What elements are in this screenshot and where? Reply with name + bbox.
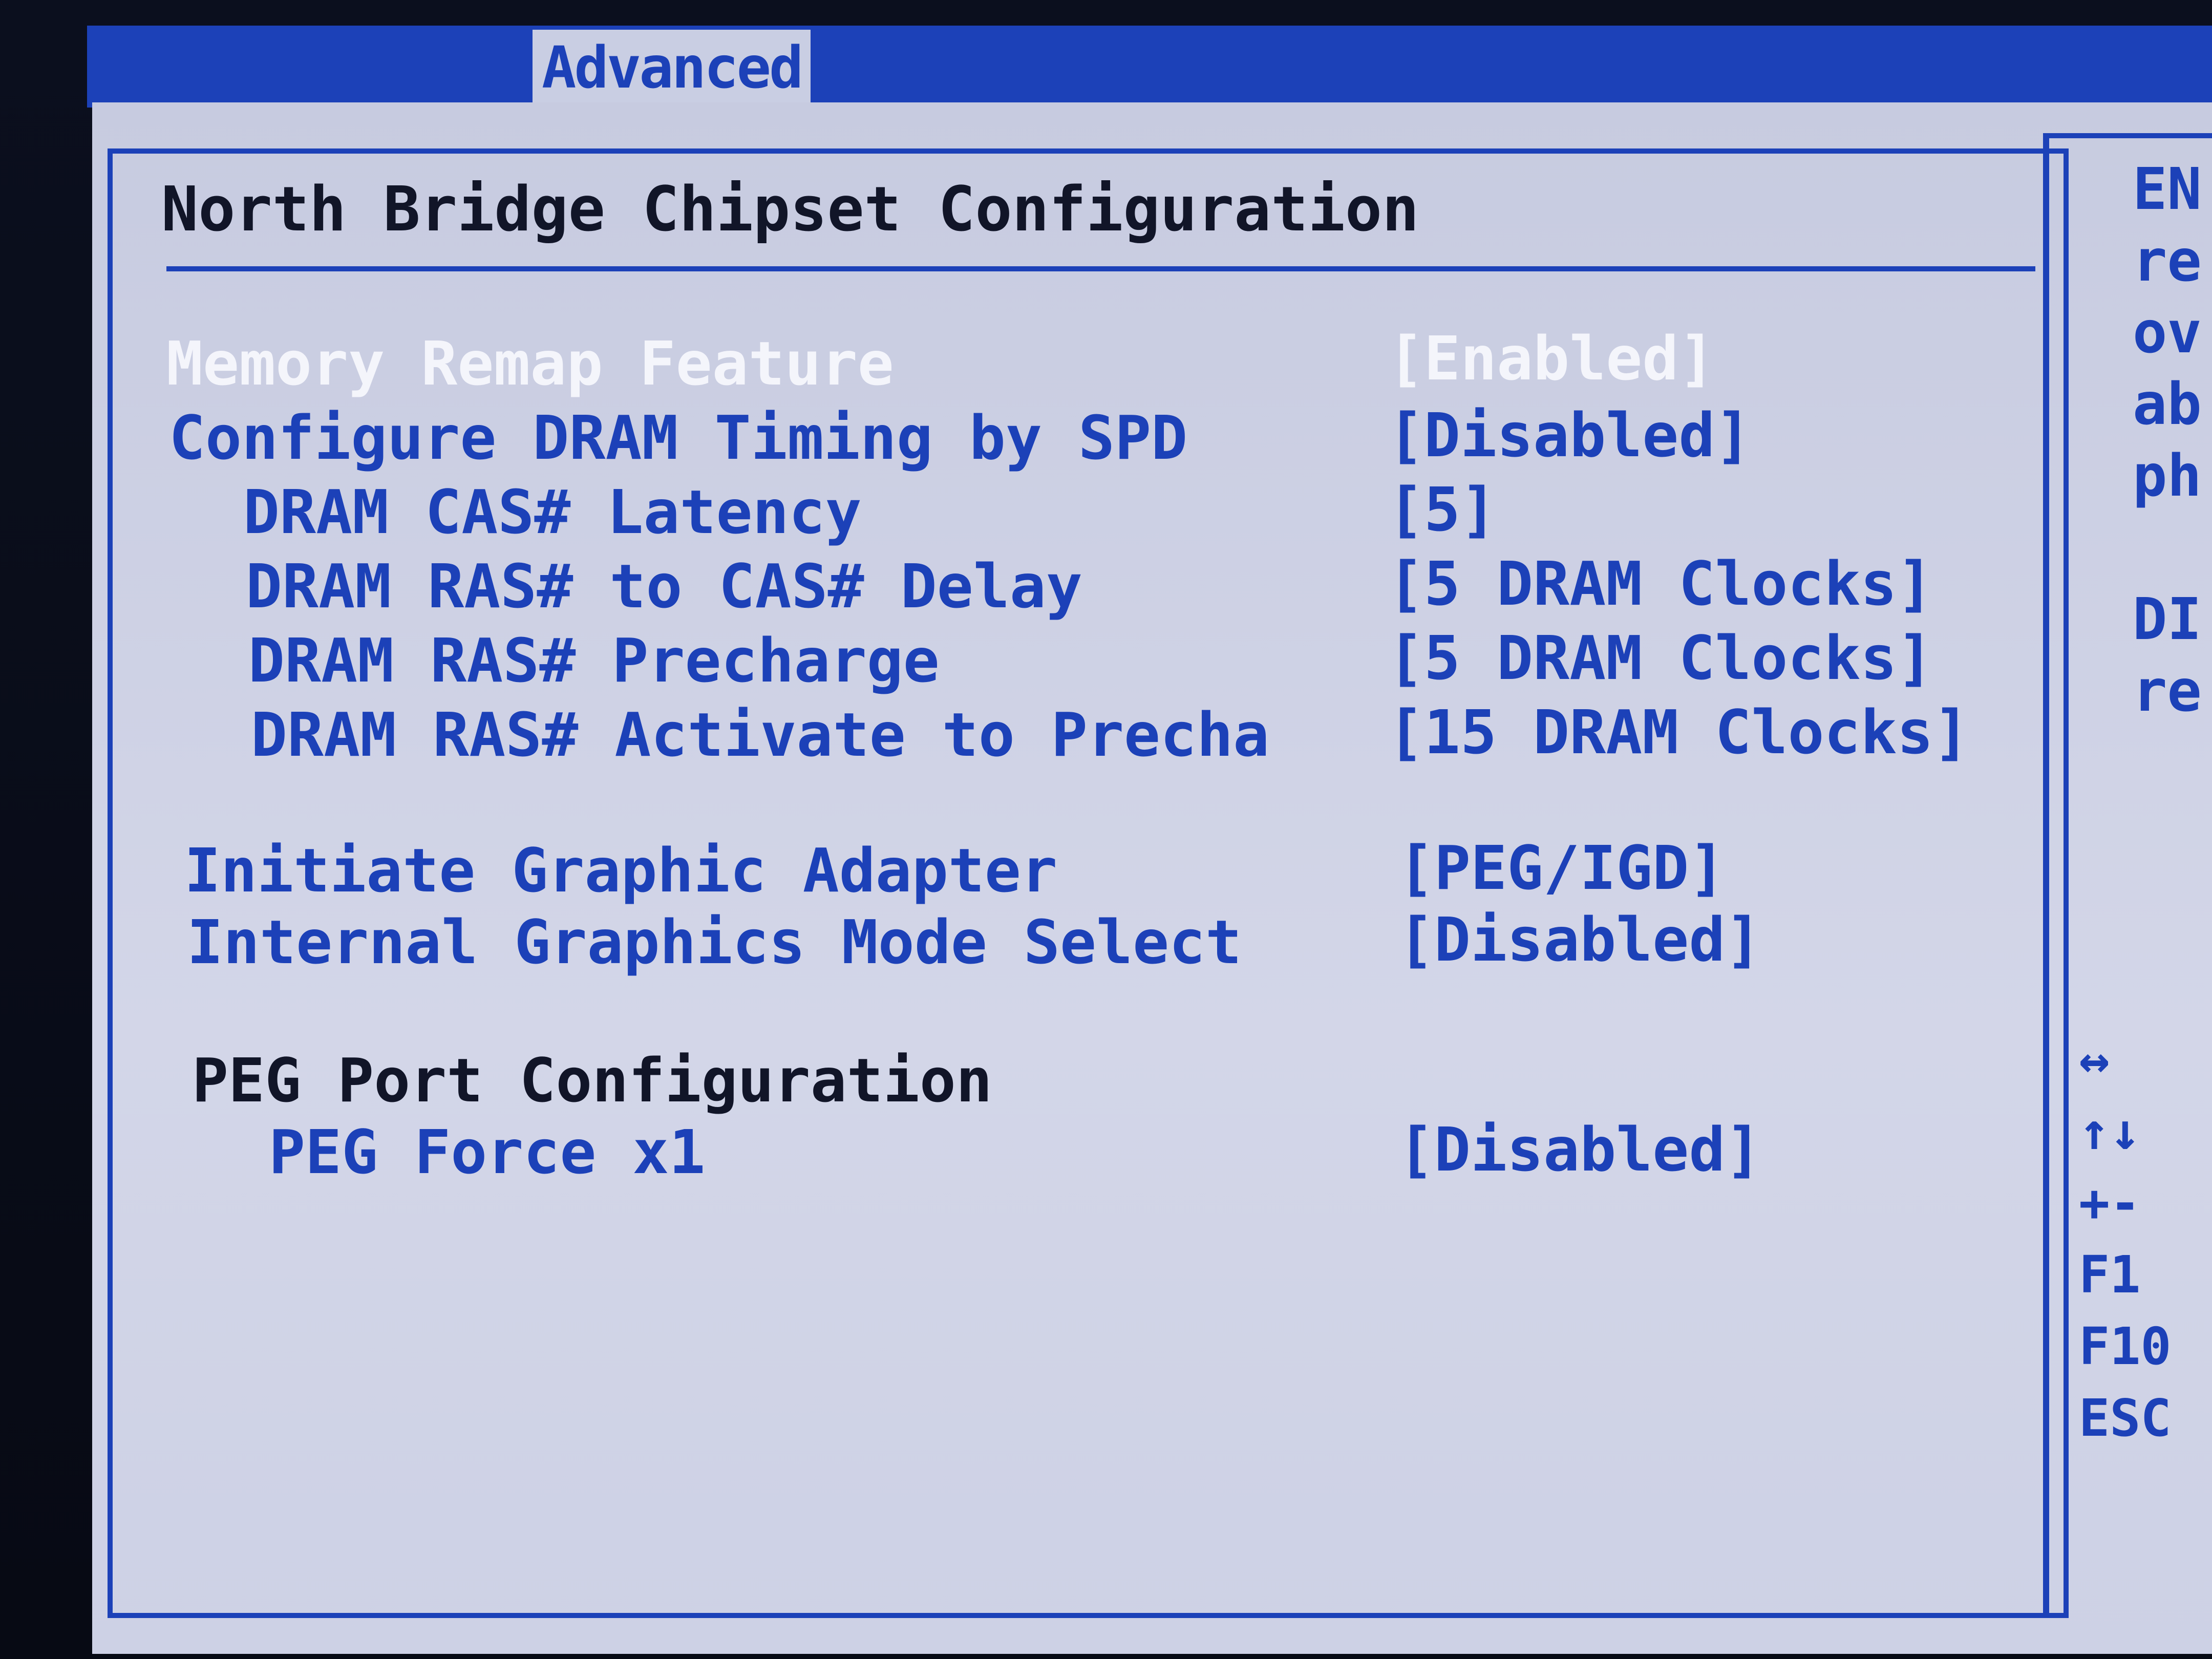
setting-value[interactable]: [5 DRAM Clocks] [1388, 622, 1933, 694]
help-line: re [2133, 228, 2202, 294]
page-title: North Bridge Chipset Configuration [161, 174, 1419, 245]
setting-value[interactable]: [Disabled] [1398, 1114, 1761, 1185]
setting-label: Initiate Graphic Adapter [184, 835, 1058, 906]
bios-screen: Advanced North Bridge Chipset Configurat… [0, 0, 2212, 1659]
setting-dram-ras-precharge[interactable]: DRAM RAS# Precharge [5 DRAM Clocks] [248, 622, 2015, 696]
setting-label: DRAM RAS# Activate to Precha [251, 699, 1270, 770]
help-line: re [2133, 658, 2202, 725]
setting-memory-remap[interactable]: Memory Remap Feature [Enabled] [166, 323, 2010, 399]
tab-advanced[interactable]: Advanced [533, 30, 811, 107]
help-line: ov [2133, 300, 2202, 366]
title-divider [166, 266, 2035, 271]
setting-initiate-graphic-adapter[interactable]: Initiate Graphic Adapter [PEG/IGD] [184, 832, 2002, 906]
bios-menu-bar: Advanced [87, 26, 2212, 108]
f1-key: F1 [2079, 1245, 2141, 1305]
help-line: ab [2133, 371, 2202, 438]
setting-value[interactable]: [Enabled] [1388, 323, 1715, 394]
esc-key: ESC [2079, 1388, 2172, 1448]
setting-value[interactable]: [5] [1388, 474, 1497, 545]
setting-value[interactable]: [Disabled] [1388, 399, 1751, 471]
setting-dram-timing-spd[interactable]: Configure DRAM Timing by SPD [Disabled] [169, 399, 2012, 474]
setting-value[interactable]: [Disabled] [1398, 904, 1761, 975]
help-line: ph [2133, 443, 2202, 509]
setting-dram-cas-latency[interactable]: DRAM CAS# Latency [5] [243, 474, 2010, 548]
bios-panel: North Bridge Chipset Configuration Memor… [92, 102, 2212, 1654]
setting-value[interactable]: [5 DRAM Clocks] [1388, 548, 1933, 620]
setting-dram-ras-activate[interactable]: DRAM RAS# Activate to Precha [15 DRAM Cl… [251, 696, 2017, 771]
setting-label: DRAM RAS# to CAS# Delay [246, 551, 1082, 622]
setting-label: PEG Force x1 [269, 1117, 706, 1187]
plus-minus-key: +- [2079, 1173, 2141, 1233]
setting-label: DRAM RAS# Precharge [248, 625, 940, 696]
up-down-arrow-icon: ↑↓ [2079, 1101, 2141, 1161]
help-line: EN [2133, 156, 2202, 223]
setting-label: Configure DRAM Timing by SPD [169, 402, 1188, 473]
setting-label: Internal Graphics Mode Select [187, 907, 1242, 977]
setting-value[interactable]: [PEG/IGD] [1398, 832, 1725, 904]
setting-dram-ras-to-cas[interactable]: DRAM RAS# to CAS# Delay [5 DRAM Clocks] [246, 548, 2012, 622]
setting-value[interactable]: [15 DRAM Clocks] [1388, 696, 1970, 768]
help-line: DI [2133, 586, 2202, 653]
setting-label: Memory Remap Feature [166, 328, 894, 399]
f10-key: F10 [2079, 1316, 2172, 1376]
setting-peg-force-x1[interactable]: PEG Force x1 [Disabled] [269, 1114, 2010, 1188]
left-right-arrow-icon: ↔ [2079, 1030, 2110, 1090]
setting-internal-graphics-mode[interactable]: Internal Graphics Mode Select [Disabled] [187, 904, 2005, 978]
peg-section-heading: PEG Port Configuration [192, 1045, 992, 1116]
setting-label: DRAM CAS# Latency [243, 477, 862, 547]
